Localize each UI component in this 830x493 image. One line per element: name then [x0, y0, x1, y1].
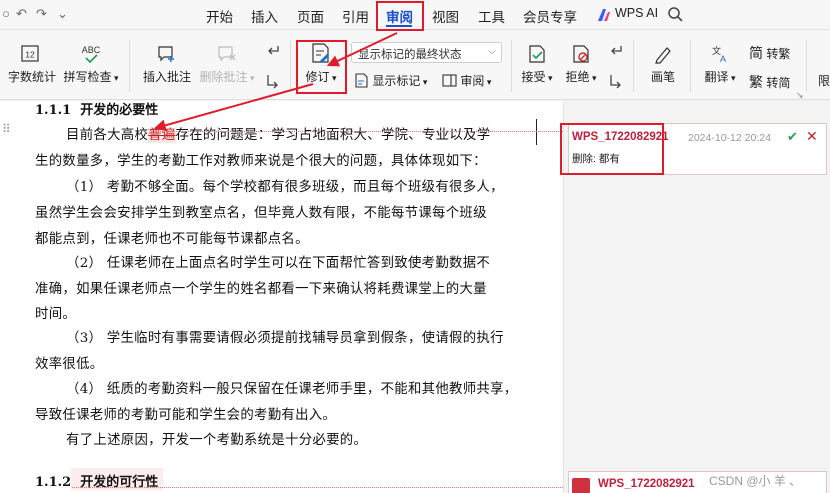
paragraph-line: 虽然学生会会安排学生到教室点名，但毕竟人数有限，不能每节课每个班级 — [35, 206, 487, 221]
translate-icon: 文 A — [712, 45, 726, 64]
ribbon-expand-icon[interactable]: ↘ — [796, 90, 804, 101]
quick-access-more-icon[interactable]: ⌄ — [57, 6, 68, 22]
word-count-button[interactable]: 12 字数统计 — [8, 44, 57, 85]
review-pane-icon — [442, 74, 457, 87]
paragraph-line: 效率很低。 — [35, 357, 104, 372]
display-mode-value: 显示标记的最终状态 — [358, 49, 462, 61]
word-count-icon: 12 — [21, 45, 39, 62]
wps-ai-button[interactable]: WPS AI — [615, 6, 658, 20]
tab-references[interactable]: 引用 — [342, 6, 369, 26]
reject-label: 拒绝 ▾ — [565, 70, 597, 84]
avatar — [572, 478, 590, 493]
annotation-box-revision — [560, 123, 664, 175]
pen-button[interactable]: 画笔 — [646, 44, 680, 85]
annotation-box-track-changes — [296, 40, 347, 94]
spell-check-label: 拼写检查 ▾ — [63, 70, 119, 84]
tab-home[interactable]: 开始 — [206, 6, 233, 26]
reject-icon — [573, 45, 589, 63]
show-markup-icon — [355, 73, 368, 88]
wps-ai-icon — [598, 9, 610, 21]
svg-text:ABC: ABC — [82, 45, 101, 55]
tab-page[interactable]: 页面 — [297, 6, 324, 26]
search-icon[interactable] — [667, 6, 684, 23]
paragraph-line: （2） 任课老师在上面点名时学生可以在下面帮忙答到致使考勤数据不 — [66, 256, 491, 271]
next-comment-icon[interactable] — [265, 73, 281, 89]
show-markup-button[interactable]: 显示标记 ▾ — [354, 72, 427, 89]
paragraph-line: （1） 考勤不够全面。每个学校都有很多班级，而且每个班级有很多人， — [66, 180, 504, 195]
ribbon-separator — [633, 40, 634, 92]
undo-icon[interactable]: ↶ — [16, 6, 27, 22]
pen-label: 画笔 — [650, 70, 675, 84]
accept-revision-icon[interactable]: ✔ — [787, 129, 798, 145]
to-simplified-button[interactable]: 繁 转简 — [749, 72, 790, 92]
translate-button[interactable]: 文 A 翻译 ▾ — [700, 44, 740, 85]
paragraph-line: 有了上述原因，开发一个考勤系统是十分必要的。 — [66, 433, 368, 448]
review-pane-button[interactable]: 审阅 ▾ — [442, 72, 491, 89]
watermark: CSDN @小 羊 、 — [709, 474, 802, 488]
to-traditional-icon: 简 — [749, 45, 763, 61]
accept-button[interactable]: 接受 ▾ — [520, 44, 554, 85]
paragraph-line: （4） 纸质的考勤资料一般只保留在任课老师手里，不能和其他教师共享， — [66, 382, 518, 397]
next-change-icon[interactable] — [608, 73, 624, 89]
svg-text:12: 12 — [25, 50, 35, 60]
quick-access-dot[interactable]: ○ — [2, 6, 10, 21]
spell-check-icon: ABC — [82, 45, 101, 64]
drag-handle-icon[interactable]: ⠿ — [2, 122, 11, 136]
text-cursor — [536, 119, 537, 145]
paragraph-line: 准确，如果任课老师点一个学生的姓名都看一下来确认将耗费课堂上的大量 — [35, 282, 487, 297]
reject-revision-icon[interactable]: ✕ — [806, 128, 818, 145]
tab-member[interactable]: 会员专享 — [523, 6, 577, 26]
restrict-editing-button[interactable]: 限 — [818, 72, 830, 89]
revision-connector-line — [151, 131, 563, 132]
pen-icon — [655, 47, 671, 64]
paragraph-line: 时间。 — [35, 307, 77, 322]
ribbon-separator — [806, 40, 807, 92]
insert-comment-button[interactable]: 插入批注 — [141, 44, 193, 85]
previous-comment-icon[interactable] — [265, 43, 281, 59]
previous-change-icon[interactable] — [608, 43, 624, 59]
insert-comment-label: 插入批注 — [142, 70, 191, 84]
paragraph-line: （3） 学生临时有事需要请假必须提前找辅导员拿到假条，使请假的执行 — [66, 331, 504, 346]
accept-icon — [529, 45, 545, 63]
delete-comment-button[interactable]: 删除批注 ▾ — [198, 44, 256, 85]
revision-timestamp: 2024-10-12 20:24 — [688, 132, 771, 144]
heading-1-1-1: 1.1.1 开发的必要性 — [35, 103, 159, 118]
reject-button[interactable]: 拒绝 ▾ — [564, 44, 598, 85]
ribbon-separator — [511, 40, 512, 92]
ribbon-separator — [690, 40, 691, 92]
insert-comment-icon — [158, 46, 174, 62]
to-traditional-button[interactable]: 简 转繁 — [749, 43, 790, 63]
display-mode-select[interactable]: 显示标记的最终状态 ⌵ — [351, 42, 502, 63]
paragraph-line: 都能点到，任课老师也不可能每节课都点名。 — [35, 232, 309, 247]
word-count-label: 字数统计 — [8, 70, 57, 84]
tab-tools[interactable]: 工具 — [478, 6, 505, 26]
tab-view[interactable]: 视图 — [432, 6, 459, 26]
svg-text:A: A — [720, 54, 726, 64]
ribbon-separator — [129, 40, 130, 92]
paragraph-line: 生的数量多，学生的考勤工作对教师来说是个很大的问题，具体体现如下： — [35, 154, 487, 169]
annotation-box-review-tab — [376, 1, 424, 31]
spell-check-button[interactable]: ABC 拼写检查 ▾ — [63, 44, 119, 85]
ribbon-separator — [290, 40, 291, 92]
to-simplified-icon: 繁 — [749, 74, 763, 90]
chevron-down-icon: ⌵ — [488, 46, 496, 57]
redo-icon[interactable]: ↷ — [36, 6, 47, 22]
revision-author: WPS_1722082921 — [598, 478, 695, 490]
revision-connector-line — [72, 487, 563, 488]
ribbon: 12 字数统计 ABC 拼写检查 ▾ 插入批注 删除批注 ▾ 修订 ▾ 显示标记… — [0, 30, 830, 100]
paragraph-line: 导致任课老师的考勤可能和学生会的考勤有出入。 — [35, 408, 337, 423]
translate-label: 翻译 ▾ — [704, 70, 736, 84]
accept-label: 接受 ▾ — [521, 70, 553, 84]
tab-insert[interactable]: 插入 — [251, 6, 278, 26]
delete-comment-icon — [218, 46, 236, 62]
paragraph-line: 目前各大高校普遍存在的问题是：学习占地面积大、学院、专业以及学 — [66, 128, 491, 143]
delete-comment-label: 删除批注 ▾ — [199, 70, 255, 84]
document-page[interactable]: ⠿ 1.1.1 开发的必要性 目前各大高校普遍存在的问题是：学习占地面积大、学院… — [0, 101, 563, 493]
